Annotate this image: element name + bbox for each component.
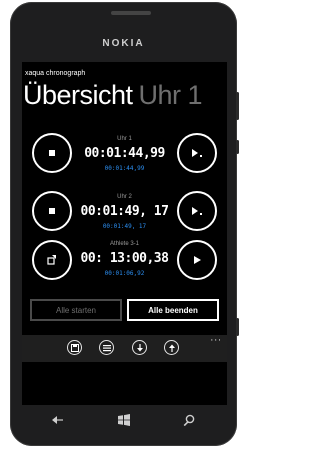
start-all-label: Alle starten	[55, 305, 97, 315]
lap-icon	[192, 149, 202, 157]
current-pivot-title[interactable]: Übersicht	[23, 80, 133, 110]
search-button[interactable]	[179, 411, 199, 429]
list-icon	[102, 344, 111, 351]
save-button[interactable]	[67, 340, 82, 355]
volume-button	[236, 92, 239, 120]
brand-logo: NOKIA	[102, 38, 145, 49]
page-title: Übersicht Uhr 1	[23, 80, 203, 111]
screen: xaqua chronograph Übersicht Uhr 1 Uhr 1 0…	[22, 62, 227, 405]
list-button[interactable]	[99, 340, 114, 355]
next-pivot-title[interactable]: Uhr 1	[139, 80, 203, 110]
upload-icon	[168, 344, 175, 352]
save-icon	[70, 343, 79, 352]
download-icon	[136, 343, 143, 351]
back-button[interactable]	[48, 411, 68, 429]
lap-icon	[192, 207, 202, 215]
app-bar: ···	[22, 335, 227, 362]
stop-all-label: Alle beenden	[148, 305, 198, 315]
timer-row: Athlete 3-1 00: 13:00,38 00:01:06,92	[22, 237, 227, 299]
more-options-button[interactable]: ···	[210, 336, 222, 346]
upload-button[interactable]	[164, 340, 179, 355]
windows-icon	[118, 414, 130, 426]
app-title: xaqua chronograph	[25, 70, 86, 77]
start-all-button[interactable]: Alle starten	[30, 299, 122, 321]
start-button[interactable]	[114, 411, 134, 429]
play-button[interactable]	[177, 240, 217, 280]
download-button[interactable]	[132, 340, 147, 355]
timer-row: Uhr 1 00:01:44,99 00:01:44,99	[22, 132, 227, 194]
hardware-navbar	[22, 405, 227, 435]
stop-all-button[interactable]: Alle beenden	[127, 299, 219, 321]
speaker-grille	[111, 11, 151, 15]
lap-button[interactable]	[177, 191, 217, 231]
play-icon	[194, 256, 201, 264]
camera-button	[236, 318, 239, 336]
search-icon	[183, 414, 195, 426]
power-button	[236, 140, 239, 154]
lap-button[interactable]	[177, 133, 217, 173]
back-icon	[52, 416, 63, 424]
